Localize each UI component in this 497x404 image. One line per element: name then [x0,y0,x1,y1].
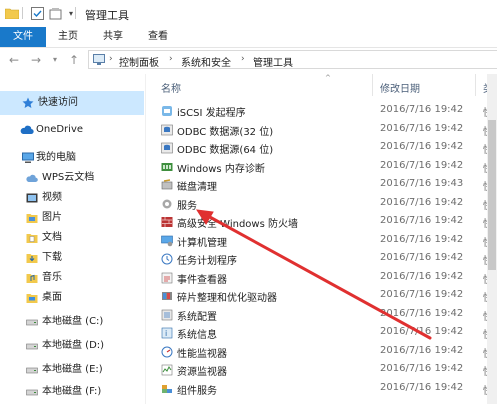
annotation-arrow [196,209,432,340]
